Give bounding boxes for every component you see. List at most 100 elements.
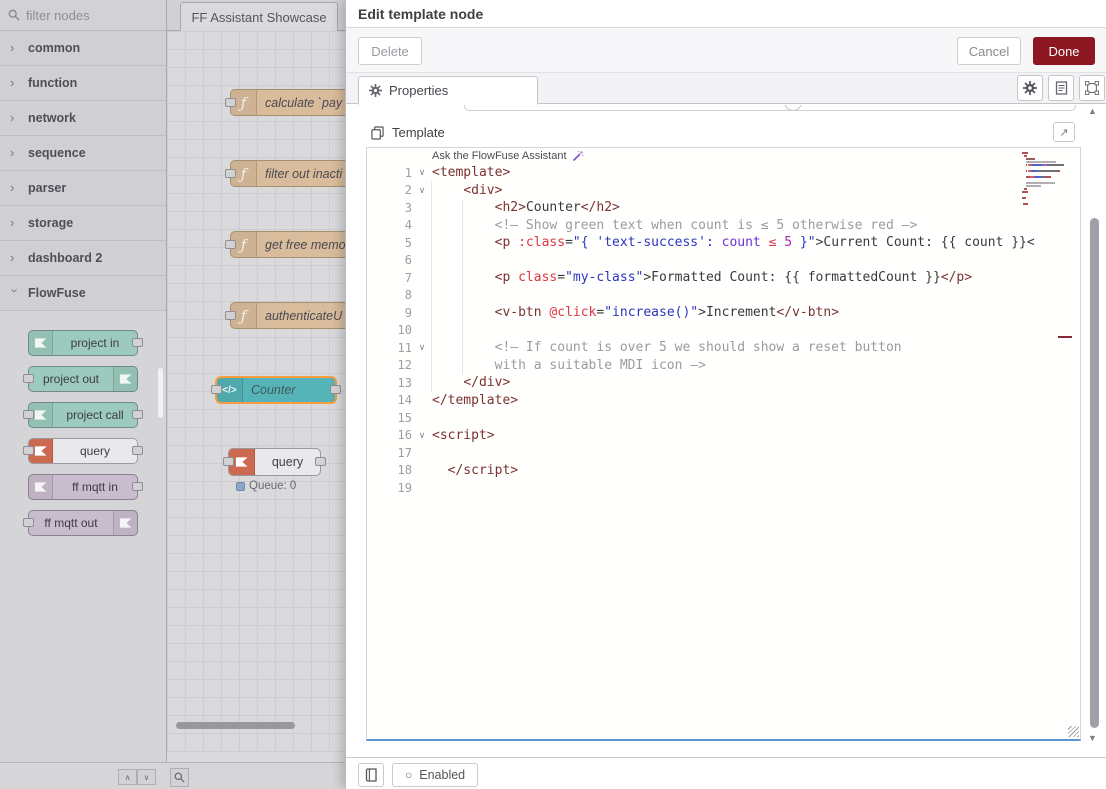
node-port-left[interactable]: [225, 240, 236, 249]
palette-category-FlowFuse[interactable]: ›FlowFuse: [0, 276, 166, 311]
template-field-label: Template: [392, 125, 445, 140]
code-line-6[interactable]: 6: [367, 252, 1080, 270]
code-line-13[interactable]: 13 </div>: [367, 374, 1080, 392]
tab-ff-assistant-showcase[interactable]: FF Assistant Showcase: [180, 2, 338, 31]
code-line-15[interactable]: 15: [367, 409, 1080, 427]
palette-category-storage[interactable]: ›storage: [0, 206, 166, 241]
palette-category-network[interactable]: ›network: [0, 101, 166, 136]
fold-chevron-icon[interactable]: ∨: [412, 185, 432, 196]
minimap-line: [1022, 182, 1068, 184]
minimap-line: [1022, 161, 1068, 163]
code-line-9[interactable]: 9 <v-btn @click="increase()">Increment</…: [367, 304, 1080, 322]
node-appearance-button[interactable]: [1079, 75, 1105, 101]
code-line-2[interactable]: 2∨ <div>: [367, 182, 1080, 200]
palette-category-function[interactable]: ›function: [0, 66, 166, 101]
palette-node-project-out[interactable]: project out: [28, 366, 138, 392]
palette-category-label: function: [28, 76, 77, 90]
code-line-17[interactable]: 17: [367, 444, 1080, 462]
node-port-right[interactable]: [132, 482, 143, 491]
code-line-1[interactable]: 1∨<template>: [367, 164, 1080, 182]
scrolled-form-field[interactable]: [464, 105, 1076, 111]
code-line-19[interactable]: 19: [367, 479, 1080, 497]
node-port-left[interactable]: [225, 311, 236, 320]
done-button[interactable]: Done: [1033, 37, 1095, 65]
overview-ruler-mark: [1058, 336, 1072, 338]
node-enabled-toggle[interactable]: ○ Enabled: [392, 763, 478, 787]
palette-expand-all-button[interactable]: ∨: [137, 769, 156, 785]
node-port-left[interactable]: [223, 457, 234, 466]
minimap-line: [1022, 179, 1068, 181]
node-properties-button[interactable]: [1017, 75, 1043, 101]
code-line-14[interactable]: 14</template>: [367, 392, 1080, 410]
canvas-hscrollbar[interactable]: [176, 722, 295, 729]
node-info-button[interactable]: [358, 763, 384, 787]
node-port-left[interactable]: [23, 446, 34, 455]
node-port-right[interactable]: [132, 446, 143, 455]
code-line-3[interactable]: 3 <h2>Counter</h2>: [367, 199, 1080, 217]
palette-filter[interactable]: filter nodes: [0, 0, 166, 31]
canvas-node-authenticateU[interactable]: ƒauthenticateU: [230, 302, 345, 329]
node-port-left[interactable]: [211, 385, 222, 394]
fold-chevron-icon[interactable]: ∨: [412, 342, 432, 353]
scroll-down-arrow[interactable]: ▼: [1088, 733, 1097, 743]
document-icon: [1055, 81, 1068, 95]
palette-node-query[interactable]: query: [28, 438, 138, 464]
expand-editor-button[interactable]: ↗: [1053, 122, 1075, 142]
code-line-11[interactable]: 11∨ <!— If count is over 5 we should sho…: [367, 339, 1080, 357]
code-line-16[interactable]: 16∨<script>: [367, 427, 1080, 445]
canvas-node-query[interactable]: query: [228, 448, 321, 476]
node-port-right[interactable]: [132, 338, 143, 347]
template-code-editor[interactable]: Ask the FlowFuse Assistant 1∨<template>2…: [366, 147, 1081, 741]
code-line-10[interactable]: 10: [367, 322, 1080, 340]
palette-category-sequence[interactable]: ›sequence: [0, 136, 166, 171]
code-line-12[interactable]: 12 with a suitable MDI icon —>: [367, 357, 1080, 375]
code-line-5[interactable]: 5 <p :class="{ 'text-success': count ≤ 5…: [367, 234, 1080, 252]
palette-category-dashboard-2[interactable]: ›dashboard 2: [0, 241, 166, 276]
assistant-placeholder-label: Ask the FlowFuse Assistant: [432, 150, 567, 162]
node-description-button[interactable]: [1048, 75, 1074, 101]
scroll-up-arrow[interactable]: ▲: [1088, 106, 1097, 116]
palette-node-project-in[interactable]: project in: [28, 330, 138, 356]
code-line-18[interactable]: 18 </script>: [367, 462, 1080, 480]
canvas-grid[interactable]: ƒcalculate `pay ƒfilter out inacti ƒget fr…: [167, 31, 345, 752]
canvas-node-calculate-pay[interactable]: ƒcalculate `pay: [230, 89, 345, 116]
canvas-node-Counter[interactable]: </>Counter: [215, 376, 337, 404]
node-port-right[interactable]: [315, 457, 326, 466]
palette-node-label: ff mqtt in: [53, 475, 137, 499]
editor-minimap[interactable]: [1022, 152, 1068, 209]
palette-scrollbar[interactable]: [158, 368, 163, 418]
flowfuse-logo-icon: [33, 337, 48, 350]
code-text: <v-btn @click="increase()">Increment</v-…: [432, 305, 839, 320]
cancel-button[interactable]: Cancel: [957, 37, 1021, 65]
palette-node-ff-mqtt-in[interactable]: ff mqtt in: [28, 474, 138, 500]
palette-node-ff-mqtt-out[interactable]: ff mqtt out: [28, 510, 138, 536]
tab-properties[interactable]: Properties: [358, 76, 538, 105]
delete-button[interactable]: Delete: [358, 37, 422, 65]
palette-category-common[interactable]: ›common: [0, 31, 166, 66]
line-number: 13: [367, 376, 412, 390]
canvas-node-get-free-memo[interactable]: ƒget free memo: [230, 231, 345, 258]
node-port-left[interactable]: [225, 169, 236, 178]
canvas-zoom-button[interactable]: [170, 768, 189, 787]
flow-canvas[interactable]: FF Assistant Showcase ƒcalculate `pay ƒfi…: [167, 0, 345, 762]
node-port-right[interactable]: [132, 410, 143, 419]
code-line-8[interactable]: 8: [367, 287, 1080, 305]
dialog-buttonbar: Delete Cancel Done: [346, 28, 1106, 73]
palette-collapse-all-button[interactable]: ∧: [118, 769, 137, 785]
assistant-placeholder-row[interactable]: Ask the FlowFuse Assistant: [367, 148, 1080, 164]
code-lines[interactable]: 1∨<template>2∨ <div>3 <h2>Counter</h2>4 …: [367, 164, 1080, 497]
canvas-node-filter-out-inacti[interactable]: ƒfilter out inacti: [230, 160, 345, 187]
fold-chevron-icon[interactable]: ∨: [412, 167, 432, 178]
fold-chevron-icon[interactable]: ∨: [412, 430, 432, 441]
scroll-thumb[interactable]: [1090, 218, 1099, 728]
editor-resize-handle[interactable]: [1068, 726, 1079, 737]
node-port-right[interactable]: [330, 385, 341, 394]
palette-category-parser[interactable]: ›parser: [0, 171, 166, 206]
code-line-7[interactable]: 7 <p class="my-class">Formatted Count: {…: [367, 269, 1080, 287]
node-port-left[interactable]: [225, 98, 236, 107]
node-port-left[interactable]: [23, 410, 34, 419]
node-port-left[interactable]: [23, 374, 34, 383]
palette-node-project-call[interactable]: project call: [28, 402, 138, 428]
code-line-4[interactable]: 4 <!— Show green text when count is ≤ 5 …: [367, 217, 1080, 235]
node-port-left[interactable]: [23, 518, 34, 527]
